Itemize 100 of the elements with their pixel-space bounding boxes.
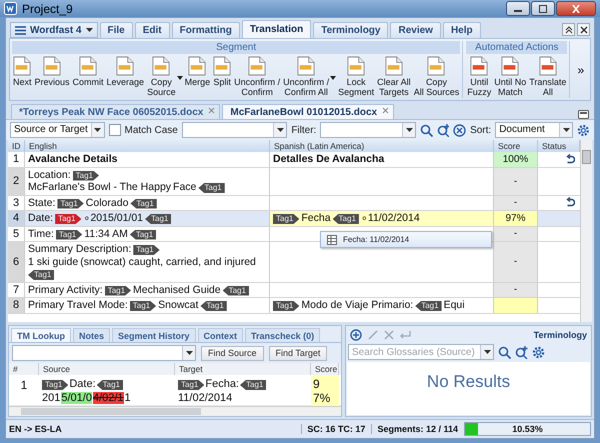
match-case-checkbox[interactable] xyxy=(108,124,121,136)
close-button[interactable] xyxy=(556,1,596,16)
tag-marker[interactable]: Tag1 xyxy=(55,214,82,224)
tag-marker[interactable]: Tag1 xyxy=(198,183,225,193)
ribbon-button[interactable]: Clear All Targets xyxy=(376,54,412,98)
menu-tab[interactable]: Formatting xyxy=(172,22,240,38)
segment-id[interactable]: 5 xyxy=(8,226,25,241)
ribbon-button[interactable]: Split xyxy=(212,54,232,98)
segment-id[interactable]: 7 xyxy=(8,282,25,297)
window-restore-icon[interactable] xyxy=(578,110,589,119)
close-icon[interactable] xyxy=(382,107,390,114)
tag-marker[interactable]: Tag1 xyxy=(104,286,132,296)
document-icon xyxy=(43,56,62,76)
tag-marker[interactable]: Tag1 xyxy=(56,230,82,240)
menu-tab[interactable]: Review xyxy=(390,22,441,38)
ribbon-button[interactable]: Copy Source xyxy=(146,54,177,98)
tag-marker[interactable]: Tag1 xyxy=(28,270,54,280)
ribbon-button[interactable]: Until Fuzzy xyxy=(466,54,492,98)
search-icon[interactable] xyxy=(498,346,511,358)
dropdown-caret-icon[interactable] xyxy=(176,76,183,80)
segment-id[interactable]: 3 xyxy=(8,196,25,210)
add-icon[interactable] xyxy=(350,329,362,341)
ribbon-button[interactable]: Next xyxy=(12,54,33,98)
segment-text: 1 xyxy=(124,392,131,404)
document-icon xyxy=(79,56,98,76)
caret-icon xyxy=(276,128,284,132)
segment-id[interactable]: 8 xyxy=(8,298,25,312)
segment-text: Location: xyxy=(28,168,71,180)
column-header[interactable]: English xyxy=(25,140,270,152)
sort-dropdown[interactable]: Document xyxy=(495,122,574,138)
find-source-button[interactable]: Find Source xyxy=(201,346,264,360)
search-field[interactable] xyxy=(182,122,288,138)
search-options-icon[interactable] xyxy=(515,346,528,358)
tag-marker[interactable]: Tag1 xyxy=(200,301,227,311)
app-menu-button[interactable]: Wordfast 4 xyxy=(10,22,98,38)
sort-label: Sort: xyxy=(470,124,492,136)
search-options-icon[interactable] xyxy=(436,124,450,136)
ribbon-button[interactable]: Previous xyxy=(34,54,71,98)
ribbon-button[interactable]: Commit xyxy=(72,54,105,98)
clear-search-icon[interactable] xyxy=(453,124,466,136)
document-tab[interactable]: McFarlaneBowl 01012015.docx xyxy=(222,104,394,119)
vertical-scrollbar[interactable] xyxy=(580,140,592,322)
tag-marker[interactable]: Tag1 xyxy=(130,301,156,311)
panel-tab[interactable]: Notes xyxy=(73,328,110,342)
document-icon xyxy=(538,56,557,76)
close-document-button[interactable] xyxy=(577,23,590,36)
tag-marker[interactable]: Tag1 xyxy=(133,245,160,255)
tag-marker[interactable]: Tag1 xyxy=(72,170,99,180)
ribbon-button[interactable]: Leverage xyxy=(106,54,146,98)
ribbon-button[interactable]: Lock Segment xyxy=(337,54,376,98)
panel-tab[interactable]: Context xyxy=(198,328,244,342)
close-icon[interactable] xyxy=(208,107,216,114)
ribbon-button[interactable]: Until No Match xyxy=(493,54,528,98)
settings-icon[interactable] xyxy=(532,346,545,358)
document-icon xyxy=(347,56,366,76)
glossary-search-field[interactable]: Search Glossaries (Source) xyxy=(348,344,494,360)
search-icon[interactable] xyxy=(420,124,433,136)
horizontal-scrollbar[interactable] xyxy=(9,406,341,416)
segment-id[interactable]: 2 xyxy=(8,168,25,194)
maximize-button[interactable] xyxy=(531,1,555,16)
ribbon-button[interactable]: Unconfirm / Confirm All xyxy=(282,54,330,98)
tag-marker[interactable]: Tag1 xyxy=(130,230,156,240)
menu-tab[interactable]: File xyxy=(100,22,133,38)
ribbon-button[interactable]: Copy All Sources xyxy=(412,54,460,98)
ribbon-button[interactable]: Translate All xyxy=(528,54,568,98)
menu-tab[interactable]: Help xyxy=(442,22,481,38)
tag-marker[interactable]: Tag1 xyxy=(145,214,172,224)
minimize-button[interactable] xyxy=(506,1,530,16)
scope-dropdown[interactable]: Source or Target xyxy=(10,122,105,138)
more-button[interactable]: » xyxy=(573,41,588,98)
panel-tab[interactable]: Transcheck (0) xyxy=(245,328,320,342)
menu-tab[interactable]: Terminology xyxy=(313,22,388,38)
menu-tab[interactable]: Translation xyxy=(242,20,312,38)
tag-marker[interactable]: Tag1 xyxy=(130,198,157,208)
find-target-button[interactable]: Find Target xyxy=(268,346,328,360)
ribbon-button[interactable]: Unconfirm / Confirm xyxy=(233,54,282,98)
filter-field[interactable] xyxy=(320,122,416,138)
lookup-field[interactable] xyxy=(12,345,196,361)
tag-marker[interactable]: Tag1 xyxy=(415,301,442,311)
document-tab[interactable]: *Torreys Peak NW Face 06052015.docx xyxy=(11,104,220,119)
tag-marker[interactable]: Tag1 xyxy=(57,198,84,208)
tag-marker[interactable]: Tag1 xyxy=(273,214,300,224)
collapse-ribbon-button[interactable] xyxy=(562,23,575,36)
tag-marker[interactable]: Tag1 xyxy=(273,301,300,311)
column-header[interactable]: Spanish (Latin America) xyxy=(270,140,494,152)
settings-icon[interactable] xyxy=(577,124,590,136)
ribbon-button[interactable]: Merge xyxy=(184,54,212,98)
segment-id[interactable]: 1 xyxy=(8,152,25,166)
segment-id[interactable]: 6 xyxy=(8,242,25,282)
segment-id[interactable]: 4 xyxy=(8,211,25,226)
segment-text: ∘11/02/2014 xyxy=(360,212,420,224)
tag-marker[interactable]: Tag1 xyxy=(332,214,359,224)
autocomplete-menu[interactable]: Fecha: 11/02/2014 xyxy=(320,231,492,248)
panel-tab[interactable]: TM Lookup xyxy=(11,328,71,342)
menu-tab[interactable]: Edit xyxy=(134,22,170,38)
score-cell: - xyxy=(494,226,538,241)
panel-tab[interactable]: Segment History xyxy=(112,328,196,342)
tag-marker[interactable]: Tag1 xyxy=(222,286,249,296)
dropdown-caret-icon[interactable] xyxy=(330,76,336,80)
column-header[interactable]: ID xyxy=(8,140,25,152)
